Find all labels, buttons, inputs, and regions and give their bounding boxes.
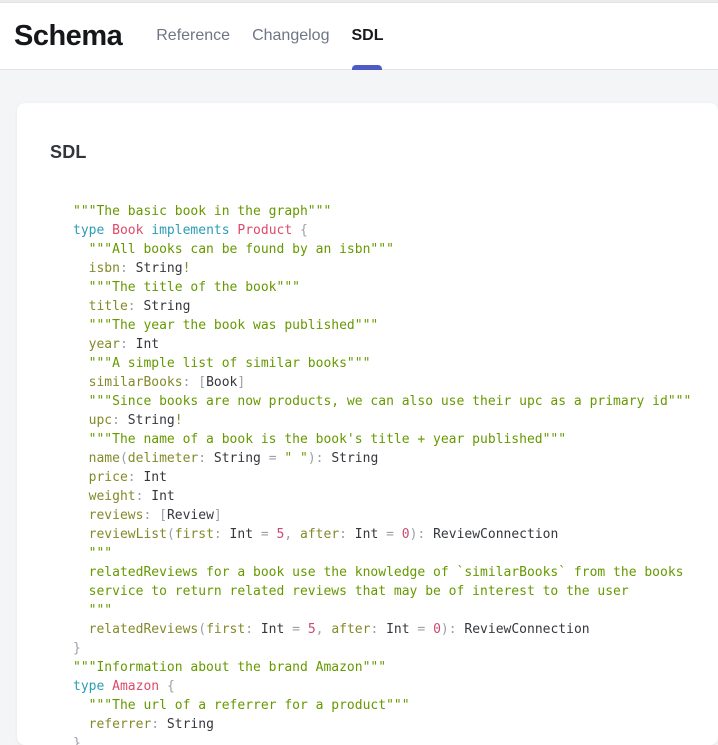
sdl-card: SDL """The basic book in the graph"""typ… [17,103,718,745]
tab-sdl-label: SDL [351,27,383,45]
code-line: reviews: [Review] [73,506,718,525]
code-line: upc: String! [73,411,718,430]
code-line: """ [73,601,718,620]
active-tab-underline [352,65,382,70]
code-line: """Since books are now products, we can … [73,392,718,411]
code-line: } [73,734,718,745]
tab-changelog[interactable]: Changelog [252,3,329,69]
code-line: """The basic book in the graph""" [73,202,718,221]
code-line: """All books can be found by an isbn""" [73,240,718,259]
code-line: """A simple list of similar books""" [73,354,718,373]
code-line: isbn: String! [73,259,718,278]
header: Schema Reference Changelog SDL [0,3,718,70]
code-line: year: Int [73,335,718,354]
code-line: """Information about the brand Amazon""" [73,658,718,677]
code-line: price: Int [73,468,718,487]
code-line: type Book implements Product { [73,221,718,240]
page-title: Schema [14,20,122,53]
code-line: """The url of a referrer for a product""… [73,696,718,715]
code-line: weight: Int [73,487,718,506]
code-line: """ [73,544,718,563]
code-line: relatedReviews(first: Int = 5, after: In… [73,620,718,639]
tab-bar: Reference Changelog SDL [156,3,383,69]
code-line: referrer: String [73,715,718,734]
sdl-code: """The basic book in the graph"""type Bo… [73,202,718,745]
code-line: """The year the book was published""" [73,316,718,335]
tab-reference[interactable]: Reference [156,3,230,69]
code-line: service to return related reviews that m… [73,582,718,601]
code-line: """The title of the book""" [73,278,718,297]
page-body: SDL """The basic book in the graph"""typ… [0,70,718,745]
tab-sdl[interactable]: SDL [351,3,383,69]
code-line: title: String [73,297,718,316]
card-heading: SDL [50,141,718,163]
code-line: } [73,639,718,658]
code-line: similarBooks: [Book] [73,373,718,392]
code-line: """The name of a book is the book's titl… [73,430,718,449]
code-line: relatedReviews for a book use the knowle… [73,563,718,582]
code-line: reviewList(first: Int = 5, after: Int = … [73,525,718,544]
code-line: type Amazon { [73,677,718,696]
code-line: name(delimeter: String = " "): String [73,449,718,468]
